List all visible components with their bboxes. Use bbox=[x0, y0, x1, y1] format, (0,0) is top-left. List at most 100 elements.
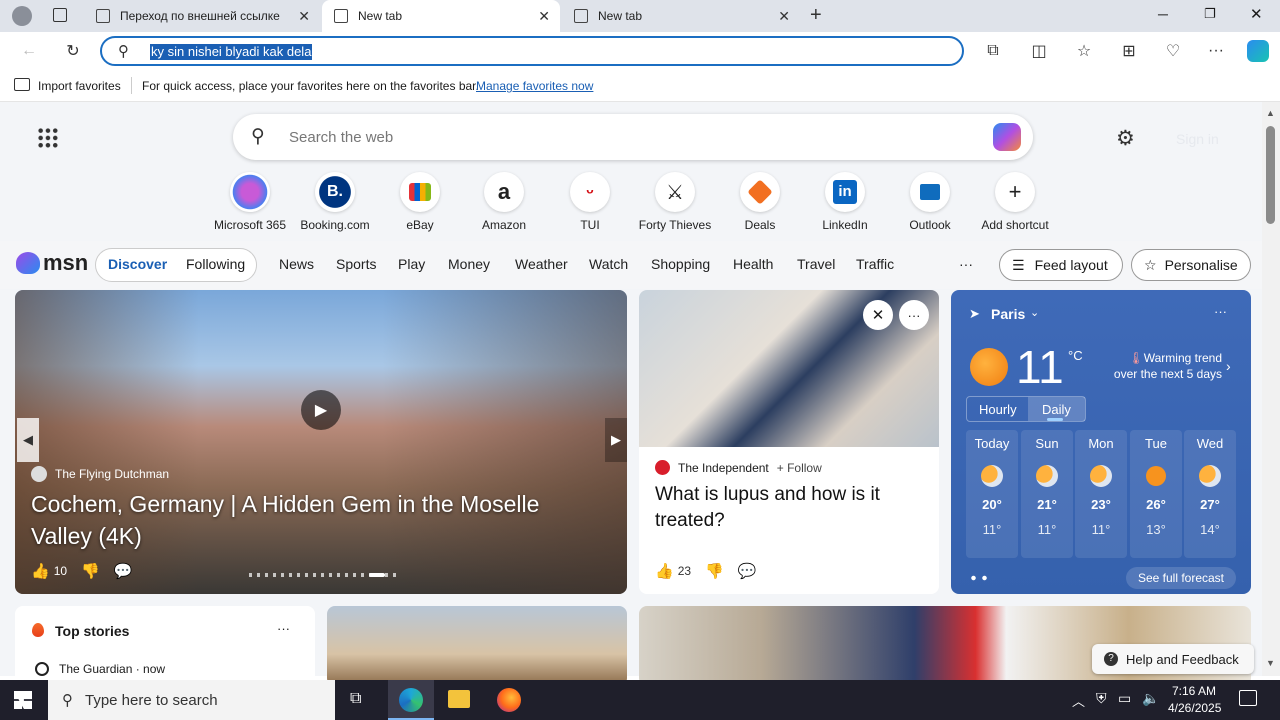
shortcut-booking[interactable]: B. Booking.com bbox=[295, 172, 375, 232]
minimize-button[interactable]: ─ bbox=[1158, 6, 1168, 22]
restore-button[interactable]: ❐ bbox=[1204, 6, 1216, 22]
nav-sports[interactable]: Sports bbox=[336, 256, 376, 272]
forecast-day[interactable]: Sun 21° 11° bbox=[1021, 430, 1073, 558]
tab-daily[interactable]: Daily bbox=[1042, 402, 1071, 417]
tab-following[interactable]: Following bbox=[186, 256, 245, 272]
shortcut-forty-thieves[interactable]: ⚔ Forty Thieves bbox=[635, 172, 715, 232]
shortcut-deals[interactable]: Deals bbox=[720, 172, 800, 232]
web-search-input[interactable]: Search the web bbox=[289, 129, 393, 146]
nav-more-icon[interactable]: ··· bbox=[959, 256, 973, 272]
shortcut-linkedin[interactable]: in LinkedIn bbox=[805, 172, 885, 232]
close-tab-icon[interactable]: ✕ bbox=[538, 8, 550, 25]
shortcut-amazon[interactable]: a Amazon bbox=[464, 172, 544, 232]
close-tab-icon[interactable]: ✕ bbox=[298, 8, 310, 25]
nav-health[interactable]: Health bbox=[733, 256, 773, 272]
tab-hourly[interactable]: Hourly bbox=[979, 402, 1017, 417]
profile-icon[interactable] bbox=[12, 6, 32, 26]
refresh-icon[interactable]: ↻ bbox=[62, 40, 84, 62]
manage-favorites-link[interactable]: Manage favorites now bbox=[476, 79, 593, 93]
temp-unit[interactable]: °C bbox=[1068, 348, 1083, 363]
new-tab-button[interactable]: + bbox=[810, 4, 822, 27]
collections-icon[interactable]: ⊞ bbox=[1118, 40, 1140, 62]
comment-icon[interactable]: 💬 bbox=[738, 562, 757, 580]
see-full-forecast-button[interactable]: See full forecast bbox=[1126, 567, 1236, 589]
feed-layout-button[interactable]: ☰ Feed layout bbox=[999, 249, 1123, 281]
volume-icon[interactable]: 🔈 bbox=[1142, 690, 1159, 707]
nav-watch[interactable]: Watch bbox=[589, 256, 628, 272]
nav-traffic[interactable]: Traffic bbox=[856, 256, 894, 272]
like-icon[interactable]: 👍 bbox=[31, 562, 50, 580]
file-explorer-icon[interactable] bbox=[448, 690, 470, 708]
copilot-icon[interactable] bbox=[1247, 40, 1269, 62]
sign-in-button[interactable]: Sign in bbox=[1176, 131, 1219, 147]
favorites-icon[interactable]: ☆ bbox=[1073, 40, 1095, 62]
top-stories-more-icon[interactable]: ··· bbox=[277, 621, 290, 636]
weather-page-dots[interactable] bbox=[968, 575, 990, 581]
help-feedback-button[interactable]: ? Help and Feedback bbox=[1092, 644, 1254, 674]
dislike-icon[interactable]: 👎 bbox=[705, 562, 724, 580]
msn-logo[interactable]: msn bbox=[16, 250, 88, 276]
split-screen-icon[interactable]: ◫ bbox=[1028, 40, 1050, 62]
back-icon[interactable]: ← bbox=[18, 40, 40, 62]
clock-date[interactable]: 4/26/2025 bbox=[1168, 701, 1221, 715]
forecast-day[interactable]: Wed 27° 14° bbox=[1184, 430, 1236, 558]
hero-title[interactable]: Cochem, Germany | A Hidden Gem in the Mo… bbox=[31, 488, 601, 552]
close-tab-icon[interactable]: ✕ bbox=[778, 8, 790, 25]
chevron-down-icon[interactable]: ⌄ bbox=[1030, 306, 1039, 319]
card-more-icon[interactable]: ··· bbox=[899, 300, 929, 330]
network-icon[interactable]: ▭ bbox=[1118, 690, 1131, 707]
tab-external-link[interactable]: Переход по внешней ссылке ✕ bbox=[84, 0, 320, 32]
scroll-up-icon[interactable]: ▲ bbox=[1266, 108, 1275, 118]
shortcut-outlook[interactable]: Outlook bbox=[890, 172, 970, 232]
performance-icon[interactable]: ♡ bbox=[1162, 40, 1184, 62]
forecast-day[interactable]: Today 20° 11° bbox=[966, 430, 1018, 558]
weather-city[interactable]: Paris bbox=[991, 306, 1025, 322]
import-favorites-button[interactable]: Import favorites bbox=[38, 79, 121, 93]
firefox-icon[interactable] bbox=[497, 688, 521, 712]
page-scrollbar[interactable]: ▲ ▼ bbox=[1262, 102, 1280, 676]
tray-security-icon[interactable]: ⛨ bbox=[1096, 690, 1107, 707]
scroll-down-icon[interactable]: ▼ bbox=[1266, 658, 1275, 668]
nav-play[interactable]: Play bbox=[398, 256, 425, 272]
play-icon[interactable]: ▶ bbox=[301, 390, 341, 430]
taskbar-search-input[interactable]: Type here to search bbox=[85, 692, 218, 709]
carousel-next-icon[interactable]: ▶ bbox=[605, 418, 627, 462]
forecast-day[interactable]: Mon 23° 11° bbox=[1075, 430, 1127, 558]
article-title[interactable]: What is lupus and how is it treated? bbox=[655, 482, 925, 534]
address-bar[interactable]: ⚲ ky sin nishei blyadi kak dela bbox=[100, 36, 964, 66]
web-search-box[interactable]: ⚲ Search the web bbox=[233, 114, 1033, 160]
castle-story-card[interactable] bbox=[327, 606, 627, 686]
shortcut-ebay[interactable]: eBay bbox=[380, 172, 460, 232]
tab-actions-icon[interactable] bbox=[53, 8, 67, 22]
nav-travel[interactable]: Travel bbox=[797, 256, 835, 272]
comment-icon[interactable]: 💬 bbox=[114, 562, 133, 580]
follow-button[interactable]: + Follow bbox=[777, 461, 822, 475]
extensions-icon[interactable]: ⧉ bbox=[982, 40, 1004, 62]
task-view-icon[interactable]: ⧉ bbox=[350, 690, 361, 708]
taskbar-search-box[interactable]: ⚲ Type here to search bbox=[48, 680, 335, 720]
hero-video-card[interactable]: ▶ ◀ ▶ The Flying Dutchman Cochem, German… bbox=[15, 290, 627, 594]
scroll-thumb[interactable] bbox=[1266, 126, 1275, 224]
nav-weather[interactable]: Weather bbox=[515, 256, 568, 272]
dislike-icon[interactable]: 👎 bbox=[81, 562, 100, 580]
dismiss-icon[interactable]: ✕ bbox=[863, 300, 893, 330]
copilot-icon[interactable] bbox=[993, 123, 1021, 151]
carousel-prev-icon[interactable]: ◀ bbox=[17, 418, 39, 462]
forecast-day[interactable]: Tue 26° 13° bbox=[1130, 430, 1182, 558]
close-window-button[interactable]: ✕ bbox=[1250, 5, 1263, 23]
shortcut-add[interactable]: + Add shortcut bbox=[975, 172, 1055, 232]
trend-chevron-icon[interactable]: › bbox=[1226, 358, 1231, 374]
personalise-button[interactable]: ☆ Personalise bbox=[1131, 249, 1251, 281]
nav-shopping[interactable]: Shopping bbox=[651, 256, 710, 272]
weather-more-icon[interactable]: ··· bbox=[1214, 304, 1227, 319]
windows-start-icon[interactable] bbox=[14, 691, 32, 709]
like-icon[interactable]: 👍 bbox=[655, 562, 674, 580]
tab-discover[interactable]: Discover bbox=[108, 256, 167, 272]
more-icon[interactable]: ··· bbox=[1205, 40, 1227, 62]
apps-launcher-icon[interactable] bbox=[37, 127, 59, 149]
clock-time[interactable]: 7:16 AM bbox=[1172, 684, 1216, 698]
settings-gear-icon[interactable]: ⚙ bbox=[1116, 126, 1135, 151]
nav-money[interactable]: Money bbox=[448, 256, 490, 272]
warming-trend[interactable]: 🌡Warming trend over the next 5 days bbox=[1108, 350, 1222, 382]
address-input[interactable]: ky sin nishei blyadi kak dela bbox=[150, 44, 313, 60]
